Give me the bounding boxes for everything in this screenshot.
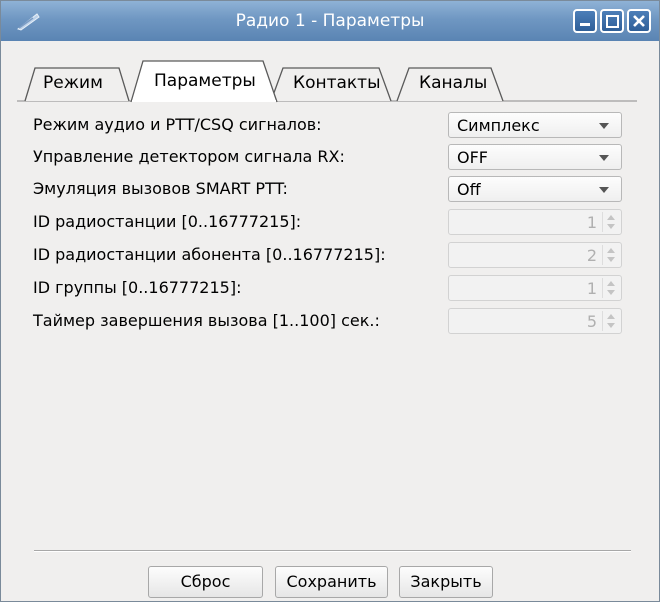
spin-arrows-icon[interactable] — [602, 278, 619, 298]
subscriber-id-value: 2 — [586, 246, 597, 265]
subscriber-id-label: ID радиостанции абонента [0..16777215]: — [33, 245, 386, 264]
chevron-down-icon — [599, 187, 609, 193]
window-title: Радио 1 - Параметры — [235, 11, 425, 31]
close-window-button[interactable] — [627, 9, 651, 33]
minimize-icon — [580, 23, 590, 26]
smart-ptt-select[interactable]: Off — [448, 176, 622, 202]
audio-mode-label: Режим аудио и PTT/CSQ сигналов: — [33, 115, 322, 134]
audio-mode-value: Симплекс — [457, 116, 540, 135]
group-id-spinbox[interactable]: 1 — [448, 275, 622, 301]
minimize-button[interactable] — [573, 9, 597, 33]
tab-parameters-label: Параметры — [154, 71, 256, 91]
tab-contacts-label: Контакты — [293, 73, 381, 93]
spin-arrows-icon[interactable] — [602, 212, 619, 232]
call-timer-spinbox[interactable]: 5 — [448, 308, 622, 334]
group-id-value: 1 — [586, 279, 597, 298]
reset-button[interactable]: Сброс — [148, 566, 263, 598]
smart-ptt-label: Эмуляция вызовов SMART PTT: — [33, 179, 288, 198]
rx-detector-select[interactable]: OFF — [448, 144, 622, 170]
radio-id-value: 1 — [586, 213, 597, 232]
chevron-down-icon — [599, 123, 609, 129]
group-id-label: ID группы [0..16777215]: — [33, 278, 242, 297]
title-bar[interactable]: Радио 1 - Параметры — [1, 1, 659, 41]
spin-arrows-icon[interactable] — [602, 311, 619, 331]
subscriber-id-spinbox[interactable]: 2 — [448, 242, 622, 268]
save-button[interactable]: Сохранить — [275, 566, 388, 598]
spin-arrows-icon[interactable] — [602, 245, 619, 265]
radio-id-spinbox[interactable]: 1 — [448, 209, 622, 235]
close-icon — [633, 15, 645, 27]
close-button[interactable]: Закрыть — [399, 566, 493, 598]
tab-mode-label: Режим — [43, 73, 103, 93]
call-timer-label: Таймер завершения вызова [1..100] сек.: — [33, 311, 380, 330]
call-timer-value: 5 — [586, 312, 597, 331]
chevron-down-icon — [599, 155, 609, 161]
radio-id-label: ID радиостанции [0..16777215]: — [33, 212, 302, 231]
tab-channels-label: Каналы — [419, 73, 488, 93]
rx-detector-label: Управление детектором сигнала RX: — [33, 147, 345, 166]
rx-detector-value: OFF — [457, 148, 488, 167]
footer-separator — [34, 550, 631, 552]
dialog-window: Радио 1 - Параметры Режим Параметры Конт… — [0, 0, 660, 602]
maximize-icon — [606, 15, 619, 28]
audio-mode-select[interactable]: Симплекс — [448, 112, 622, 138]
smart-ptt-value: Off — [457, 180, 481, 199]
maximize-button[interactable] — [600, 9, 624, 33]
